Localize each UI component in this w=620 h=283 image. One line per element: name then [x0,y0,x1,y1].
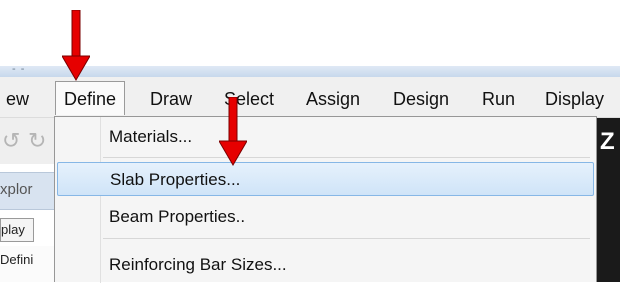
annotation-arrow-define [62,10,90,81]
menu-item-materials[interactable]: Materials... [57,119,594,153]
menu-run[interactable]: Run [482,89,515,110]
menu-draw[interactable]: Draw [150,89,192,110]
toolbar-z-glyph: Z [600,128,615,155]
canvas-partial: Z [597,118,620,282]
tree-item-definitions[interactable]: Defini [0,252,33,267]
menu-design[interactable]: Design [393,89,449,110]
model-explorer-title: xplor [0,181,33,198]
menu-view[interactable]: ew [6,89,29,110]
menu-display[interactable]: Display [545,89,604,110]
menu-item-label: Materials... [109,127,193,146]
tab-display-label: play [1,222,25,237]
explorer-tree: Defini [0,246,54,282]
menu-item-slab-properties[interactable]: Slab Properties... [57,162,594,196]
menu-bar: ew Define Draw Select Assign Design Run … [0,77,620,118]
window-title-bar: ‐ ‐ [0,63,620,77]
model-explorer-header: xplor [0,172,54,210]
menu-item-label: Reinforcing Bar Sizes... [109,255,287,274]
redo-icon[interactable]: ↻ [28,128,46,154]
menu-item-label: Slab Properties... [110,170,241,189]
menu-separator [103,157,590,158]
menu-define[interactable]: Define [55,81,126,115]
menu-item-reinforcing-bar-sizes[interactable]: Reinforcing Bar Sizes... [57,247,594,281]
toolbar-partial: ↺ ↻ [0,118,54,164]
menu-separator [103,238,590,239]
tab-display[interactable]: play [0,218,34,242]
menu-assign[interactable]: Assign [306,89,360,110]
define-dropdown-menu: Materials... Slab Properties... Beam Pro… [54,116,597,283]
menu-item-beam-properties[interactable]: Beam Properties.. [57,199,594,233]
title-bar-fragment: ‐ ‐ [12,63,26,75]
undo-icon[interactable]: ↺ [2,128,20,154]
menu-item-label: Beam Properties.. [109,207,246,226]
annotation-arrow-slab-properties [219,97,247,166]
